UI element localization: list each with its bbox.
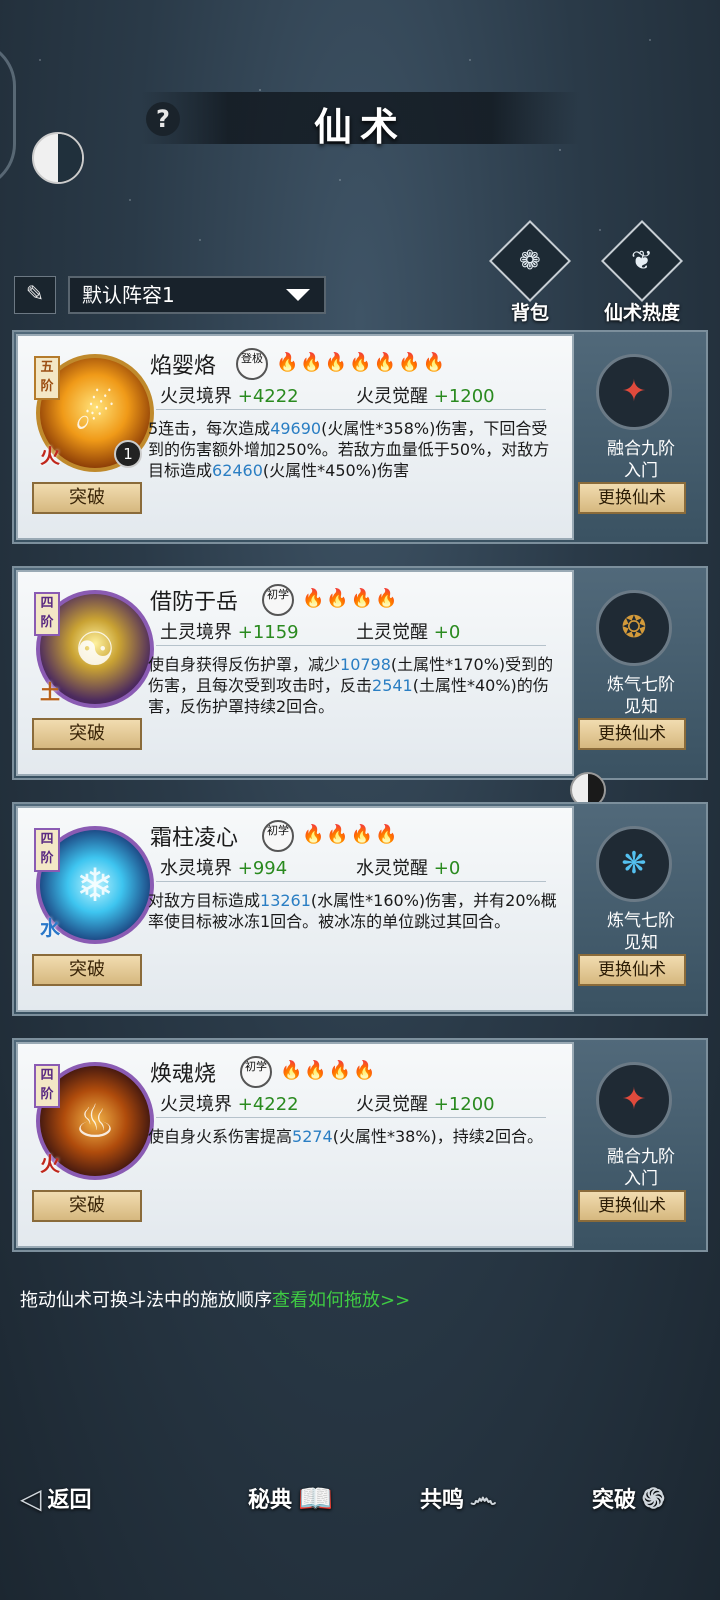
bag-icon: ❁ [488, 219, 572, 303]
bag-button[interactable]: ❁ 背包 [482, 219, 578, 325]
how-to-drag-link[interactable]: 查看如何拖放>> [272, 1290, 410, 1311]
swap-skill-button[interactable]: 更换仙术 [578, 954, 686, 986]
realm-level: 炼气七阶 见知 [607, 911, 675, 953]
breakthrough-button[interactable]: 突破 [32, 718, 142, 750]
flame-rating: 🔥🔥🔥🔥 [280, 1060, 378, 1081]
beast-emblem-icon: ❂ [596, 590, 672, 666]
formation-select[interactable]: 默认阵容1 [68, 276, 326, 314]
secret-book-button[interactable]: 秘典 📖 [248, 1470, 333, 1526]
element-label: 水 [40, 916, 60, 940]
back-button[interactable]: ◁ 返回 [20, 1470, 92, 1526]
breakthrough-button[interactable]: 突破 [32, 482, 142, 514]
skill-name: 焕魂烧 [150, 1062, 217, 1087]
stack-count: 1 [114, 440, 142, 468]
phoenix-emblem-icon: ✦ [596, 1062, 672, 1138]
realm-level: 融合九阶 入门 [607, 1147, 675, 1189]
stat-row: 火灵境界 +4222 火灵觉醒 +1200 [156, 1090, 546, 1118]
swap-skill-button[interactable]: 更换仙术 [578, 482, 686, 514]
skill-heat-button[interactable]: ❦ 仙术热度 [594, 219, 690, 325]
skill-name: 借防于岳 [150, 590, 239, 615]
stat-row: 水灵境界 +994 水灵觉醒 +0 [156, 854, 546, 882]
skill-card[interactable]: ♨ 四阶 火 突破 焕魂烧 初学 🔥🔥🔥🔥 火灵境界 +4222 火灵觉醒 +1… [12, 1038, 708, 1252]
page-title: 仙术 [313, 104, 406, 149]
book-icon: 📖 [298, 1481, 333, 1515]
tier-badge: 五阶 [34, 356, 60, 400]
chevron-down-icon [286, 289, 310, 301]
mastery-badge: 初学 [262, 820, 294, 852]
spiral-icon: ֍ [642, 1482, 665, 1515]
swap-skill-button[interactable]: 更换仙术 [578, 718, 686, 750]
yinyang-icon[interactable] [32, 132, 84, 184]
tier-badge: 四阶 [34, 1064, 60, 1108]
realm-level: 融合九阶 入门 [607, 439, 675, 481]
breakthrough-button[interactable]: 突破 [32, 1190, 142, 1222]
flame-rating: 🔥🔥🔥🔥 [302, 824, 400, 845]
tier-badge: 四阶 [34, 828, 60, 872]
breakthrough-button[interactable]: 突破 [32, 954, 142, 986]
flame-rating: 🔥🔥🔥🔥 [302, 588, 400, 609]
element-label: 土 [40, 680, 60, 704]
stat-row: 火灵境界 +4222 火灵觉醒 +1200 [156, 382, 546, 410]
realm-level: 炼气七阶 见知 [607, 675, 675, 717]
bottom-nav: ◁ 返回 秘典 📖 共鸣 ෴ 突破 ֍ [0, 1470, 720, 1530]
skill-description: 使自身获得反伤护罩，减少10798(土属性*170%)受到的伤害，且每次受到攻击… [148, 655, 554, 716]
drag-hint: 拖动仙术可换斗法中的施放顺序查看如何拖放>> [20, 1290, 411, 1311]
phoenix-emblem-icon: ✦ [596, 354, 672, 430]
skill-name: 焰婴烙 [150, 354, 217, 379]
element-label: 火 [40, 1152, 60, 1176]
skill-name: 霜柱凌心 [150, 826, 239, 851]
swap-skill-button[interactable]: 更换仙术 [578, 1190, 686, 1222]
swirl-icon: ෴ [470, 1481, 497, 1514]
formation-select-value: 默认阵容1 [82, 283, 175, 307]
water-beast-emblem-icon: ❋ [596, 826, 672, 902]
element-label: 火 [40, 444, 60, 468]
breakthrough-nav-button[interactable]: 突破 ֍ [592, 1470, 665, 1526]
back-arrow-icon: ◁ [20, 1481, 42, 1515]
mastery-badge: 初学 [240, 1056, 272, 1088]
skill-card[interactable]: ❄ 四阶 水 突破 霜柱凌心 初学 🔥🔥🔥🔥 水灵境界 +994 水灵觉醒 +0… [12, 802, 708, 1016]
mastery-badge: 初学 [262, 584, 294, 616]
skill-description: 使自身火系伤害提高5274(火属性*38%)，持续2回合。 [148, 1127, 543, 1146]
flame-rating: 🔥🔥🔥🔥🔥🔥🔥 [276, 352, 447, 373]
skill-description: 5连击，每次造成49690(火属性*358%)伤害，下回合受到的伤害额外增加25… [148, 419, 550, 480]
skill-card[interactable]: ☄ 五阶 火 1 突破 焰婴烙 登极 🔥🔥🔥🔥🔥🔥🔥 火灵境界 +4222 火灵… [12, 330, 708, 544]
mastery-badge: 登极 [236, 348, 268, 380]
resonance-button[interactable]: 共鸣 ෴ [420, 1470, 497, 1526]
stat-row: 土灵境界 +1159 土灵觉醒 +0 [156, 618, 546, 646]
brush-icon[interactable]: ✎ [14, 276, 56, 314]
skill-description: 对敌方目标造成13261(水属性*160%)伤害，并有20%概率使目标被冰冻1回… [148, 891, 557, 931]
tier-badge: 四阶 [34, 592, 60, 636]
skill-card[interactable]: ☯ 四阶 土 突破 借防于岳 初学 🔥🔥🔥🔥 土灵境界 +1159 土灵觉醒 +… [12, 566, 708, 780]
help-button[interactable]: ? [146, 102, 180, 136]
book-icon: ❦ [600, 219, 684, 303]
